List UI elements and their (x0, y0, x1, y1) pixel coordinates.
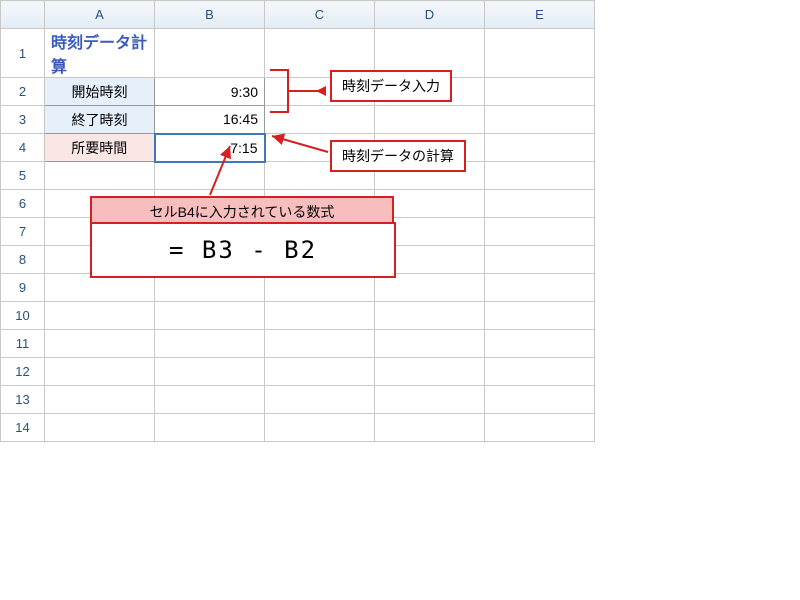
cell[interactable] (485, 218, 595, 246)
row-header-14[interactable]: 14 (1, 414, 45, 442)
row-header-8[interactable]: 8 (1, 246, 45, 274)
cell-B1[interactable] (155, 29, 265, 78)
col-header-B[interactable]: B (155, 1, 265, 29)
row-header-7[interactable]: 7 (1, 218, 45, 246)
row-header-12[interactable]: 12 (1, 358, 45, 386)
row-header-3[interactable]: 3 (1, 106, 45, 134)
cell[interactable] (45, 302, 155, 330)
cell[interactable] (45, 358, 155, 386)
cell-B4-selected[interactable]: 7:15 (155, 134, 265, 162)
cell[interactable] (155, 386, 265, 414)
cell[interactable] (155, 162, 265, 190)
cell[interactable] (45, 414, 155, 442)
cell[interactable] (485, 302, 595, 330)
row-header-9[interactable]: 9 (1, 274, 45, 302)
row-header-5[interactable]: 5 (1, 162, 45, 190)
cell[interactable] (265, 330, 375, 358)
cell[interactable] (155, 358, 265, 386)
annotation-input-label: 時刻データ入力 (330, 70, 452, 102)
cell-E3[interactable] (485, 106, 595, 134)
cell[interactable] (265, 414, 375, 442)
cell[interactable] (155, 414, 265, 442)
annotation-calc-label: 時刻データの計算 (330, 140, 466, 172)
cell-B2[interactable]: 9:30 (155, 78, 265, 106)
cell[interactable] (265, 358, 375, 386)
col-header-E[interactable]: E (485, 1, 595, 29)
col-header-D[interactable]: D (375, 1, 485, 29)
cell[interactable] (485, 162, 595, 190)
cell[interactable] (485, 414, 595, 442)
annotation-formula: = B3 - B2 (90, 222, 396, 278)
cell[interactable] (45, 162, 155, 190)
cell-A1-title[interactable]: 時刻データ計算 (45, 29, 155, 78)
cell[interactable] (265, 302, 375, 330)
cell[interactable] (375, 386, 485, 414)
row-header-10[interactable]: 10 (1, 302, 45, 330)
row-header-6[interactable]: 6 (1, 190, 45, 218)
row-header-13[interactable]: 13 (1, 386, 45, 414)
row-header-11[interactable]: 11 (1, 330, 45, 358)
col-header-C[interactable]: C (265, 1, 375, 29)
cell-E1[interactable] (485, 29, 595, 78)
cell[interactable] (375, 358, 485, 386)
cell[interactable] (485, 330, 595, 358)
cell[interactable] (485, 358, 595, 386)
cell-A2[interactable]: 開始時刻 (45, 78, 155, 106)
cell-B3[interactable]: 16:45 (155, 106, 265, 134)
cell[interactable] (265, 386, 375, 414)
cell[interactable] (375, 414, 485, 442)
cell[interactable] (155, 302, 265, 330)
select-all-corner[interactable] (1, 1, 45, 29)
cell[interactable] (45, 386, 155, 414)
cell-C3[interactable] (265, 106, 375, 134)
cell[interactable] (485, 274, 595, 302)
cell[interactable] (155, 330, 265, 358)
cell-D3[interactable] (375, 106, 485, 134)
cell-A4[interactable]: 所要時間 (45, 134, 155, 162)
cell[interactable] (375, 302, 485, 330)
row-header-4[interactable]: 4 (1, 134, 45, 162)
cell[interactable] (485, 246, 595, 274)
col-header-A[interactable]: A (45, 1, 155, 29)
cell[interactable] (375, 330, 485, 358)
row-header-2[interactable]: 2 (1, 78, 45, 106)
row-header-1[interactable]: 1 (1, 29, 45, 78)
cell-A3[interactable]: 終了時刻 (45, 106, 155, 134)
cell-E2[interactable] (485, 78, 595, 106)
cell[interactable] (485, 386, 595, 414)
cell-E4[interactable] (485, 134, 595, 162)
cell[interactable] (45, 330, 155, 358)
cell[interactable] (485, 190, 595, 218)
